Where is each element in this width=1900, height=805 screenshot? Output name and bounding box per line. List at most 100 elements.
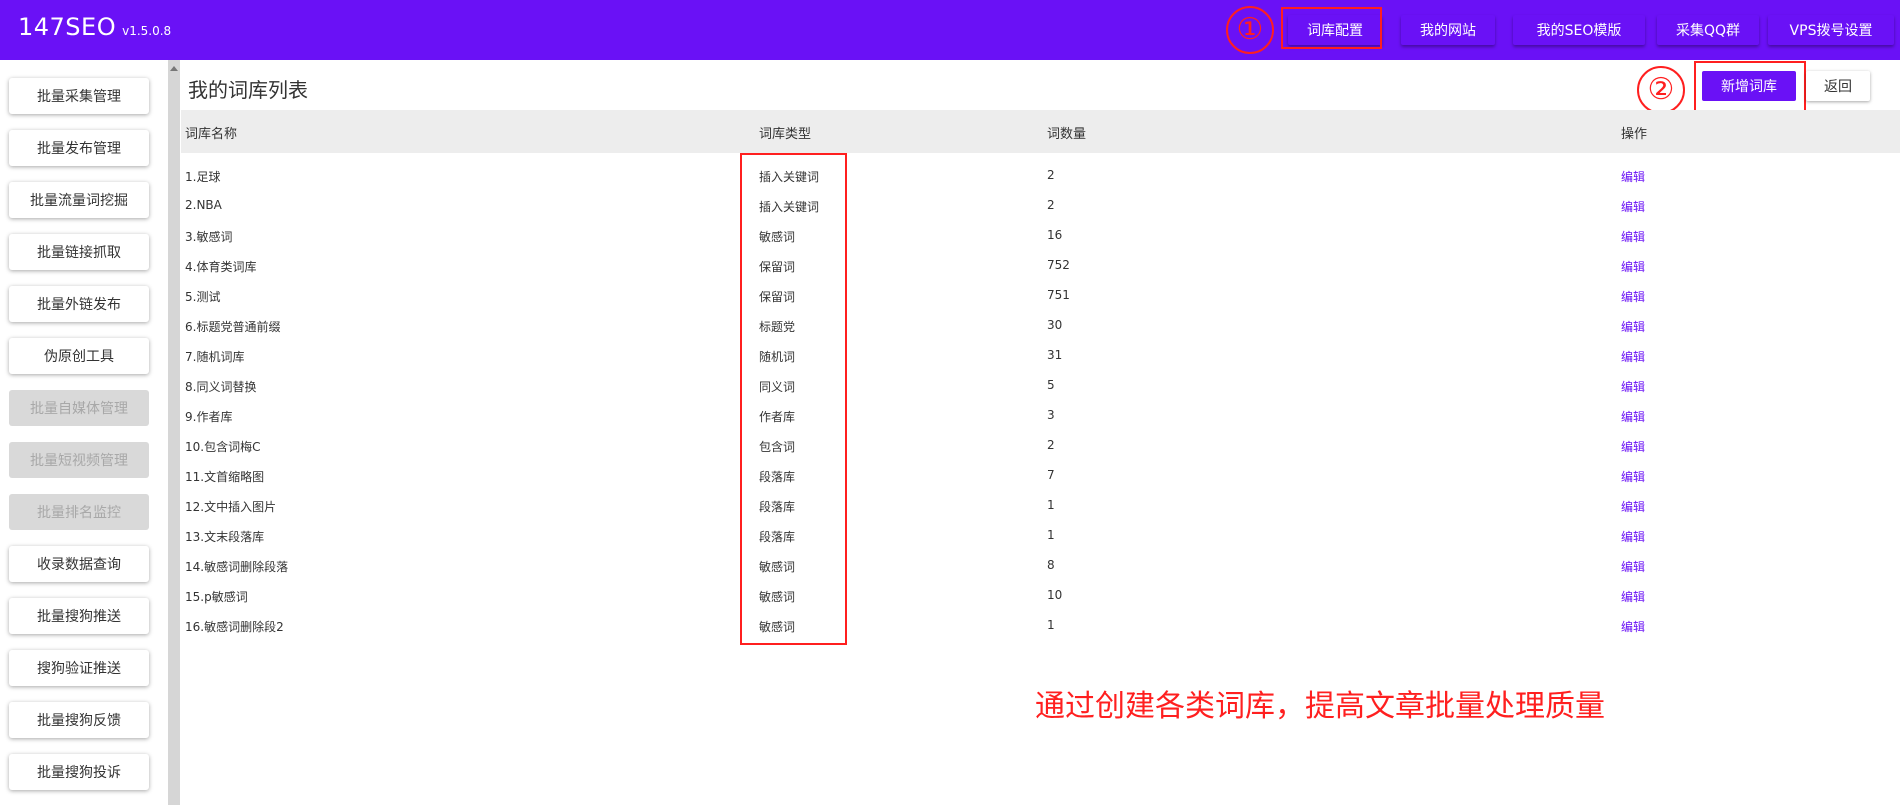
table-row: 3.敏感词 敏感词 16 编辑	[181, 220, 1900, 250]
edit-link[interactable]: 编辑	[1621, 168, 1645, 185]
cell-wordlib-name: 3.敏感词	[185, 230, 233, 244]
edit-link[interactable]: 编辑	[1621, 258, 1645, 275]
nav-seo-templates-button[interactable]: 我的SEO模版	[1513, 15, 1645, 45]
table-row: 15.p敏感词 敏感词 10 编辑	[181, 580, 1900, 610]
cell-wordlib-type: 保留词	[759, 290, 796, 304]
cell-word-count: 751	[1047, 288, 1070, 302]
cell-wordlib-name: 4.体育类词库	[185, 260, 257, 274]
cell-wordlib-name: 10.包含词梅C	[185, 440, 261, 454]
edit-link[interactable]: 编辑	[1621, 528, 1645, 545]
nav-wordlib-config-button[interactable]: 词库配置	[1288, 15, 1382, 45]
table-row: 10.包含词梅C 包含词 2 编辑	[181, 430, 1900, 460]
cell-wordlib-type: 随机词	[759, 350, 796, 364]
cell-word-count: 5	[1047, 378, 1055, 392]
sidebar-item-sogou-feedback[interactable]: 批量搜狗反馈	[9, 702, 149, 738]
annotation-marker-2: ②	[1637, 66, 1685, 114]
edit-link[interactable]: 编辑	[1621, 348, 1645, 365]
annotation-caption: 通过创建各类词库，提高文章批量处理质量	[1035, 689, 1605, 724]
sidebar-item-rank-monitor: 批量排名监控	[9, 494, 149, 530]
edit-link[interactable]: 编辑	[1621, 468, 1645, 485]
nav-my-sites-button[interactable]: 我的网站	[1401, 15, 1495, 45]
table-row: 6.标题党普通前缀 标题党 30 编辑	[181, 310, 1900, 340]
add-wordlib-button[interactable]: 新增词库	[1702, 71, 1796, 101]
cell-word-count: 10	[1047, 588, 1063, 602]
cell-wordlib-type: 段落库	[759, 470, 796, 484]
cell-word-count: 752	[1047, 258, 1070, 272]
edit-link[interactable]: 编辑	[1621, 288, 1645, 305]
table-row: 1.足球 插入关键词 2 编辑	[181, 160, 1900, 190]
table-row: 9.作者库 作者库 3 编辑	[181, 400, 1900, 430]
cell-wordlib-type: 段落库	[759, 500, 796, 514]
back-button[interactable]: 返回	[1806, 71, 1870, 101]
cell-wordlib-type: 标题党	[759, 320, 796, 334]
cell-wordlib-name: 8.同义词替换	[185, 380, 257, 394]
scroll-up-arrow-icon[interactable]	[170, 66, 178, 71]
cell-wordlib-name: 15.p敏感词	[185, 590, 248, 604]
cell-word-count: 1	[1047, 528, 1055, 542]
edit-link[interactable]: 编辑	[1621, 558, 1645, 575]
cell-wordlib-type: 段落库	[759, 530, 796, 544]
cell-wordlib-type: 敏感词	[759, 620, 796, 634]
sidebar-item-sogou-verify-push[interactable]: 搜狗验证推送	[9, 650, 149, 686]
cell-wordlib-type: 敏感词	[759, 590, 796, 604]
app-version: v1.5.0.8	[122, 24, 172, 38]
nav-vps-dial-settings-button[interactable]: VPS拨号设置	[1768, 15, 1894, 45]
cell-wordlib-name: 16.敏感词删除段2	[185, 620, 284, 634]
cell-wordlib-name: 5.测试	[185, 290, 221, 304]
sidebar-item-batch-publish[interactable]: 批量发布管理	[9, 130, 149, 166]
sidebar-item-index-query[interactable]: 收录数据查询	[9, 546, 149, 582]
edit-link[interactable]: 编辑	[1621, 588, 1645, 605]
cell-wordlib-name: 2.NBA	[185, 198, 222, 212]
cell-word-count: 8	[1047, 558, 1055, 572]
cell-wordlib-name: 9.作者库	[185, 410, 233, 424]
cell-wordlib-type: 插入关键词	[759, 170, 820, 184]
sidebar-item-pseudo-original-tool[interactable]: 伪原创工具	[9, 338, 149, 374]
cell-word-count: 30	[1047, 318, 1063, 332]
cell-wordlib-type: 作者库	[759, 410, 796, 424]
edit-link[interactable]: 编辑	[1621, 228, 1645, 245]
app-brand: 147SEO v1.5.0.8	[18, 13, 171, 41]
edit-link[interactable]: 编辑	[1621, 498, 1645, 515]
sidebar-item-batch-collect[interactable]: 批量采集管理	[9, 78, 149, 114]
top-nav-bar: 147SEO v1.5.0.8 词库配置 我的网站 我的SEO模版 采集QQ群 V…	[0, 0, 1900, 60]
edit-link[interactable]: 编辑	[1621, 438, 1645, 455]
table-row: 13.文末段落库 段落库 1 编辑	[181, 520, 1900, 550]
cell-wordlib-name: 12.文中插入图片	[185, 500, 277, 514]
table-row: 11.文首缩略图 段落库 7 编辑	[181, 460, 1900, 490]
table-row: 14.敏感词删除段落 敏感词 8 编辑	[181, 550, 1900, 580]
sidebar-item-external-link-publish[interactable]: 批量外链发布	[9, 286, 149, 322]
nav-collect-qq-groups-button[interactable]: 采集QQ群	[1657, 15, 1759, 45]
edit-link[interactable]: 编辑	[1621, 198, 1645, 215]
table-row: 12.文中插入图片 段落库 1 编辑	[181, 490, 1900, 520]
cell-word-count: 1	[1047, 498, 1055, 512]
cell-word-count: 3	[1047, 408, 1055, 422]
edit-link[interactable]: 编辑	[1621, 408, 1645, 425]
table-row: 8.同义词替换 同义词 5 编辑	[181, 370, 1900, 400]
cell-wordlib-name: 7.随机词库	[185, 350, 245, 364]
sidebar: 批量采集管理 批量发布管理 批量流量词挖掘 批量链接抓取 批量外链发布 伪原创工…	[0, 60, 168, 805]
table-row: 2.NBA 插入关键词 2 编辑	[181, 190, 1900, 220]
page-title: 我的词库列表	[188, 78, 308, 102]
edit-link[interactable]: 编辑	[1621, 378, 1645, 395]
sidebar-item-traffic-keyword-mining[interactable]: 批量流量词挖掘	[9, 182, 149, 218]
sidebar-item-sogou-complaint[interactable]: 批量搜狗投诉	[9, 754, 149, 790]
sidebar-scrollbar[interactable]	[168, 60, 180, 805]
cell-wordlib-name: 14.敏感词删除段落	[185, 560, 289, 574]
table-row: 4.体育类词库 保留词 752 编辑	[181, 250, 1900, 280]
edit-link[interactable]: 编辑	[1621, 318, 1645, 335]
table-row: 7.随机词库 随机词 31 编辑	[181, 340, 1900, 370]
sidebar-item-sogou-push[interactable]: 批量搜狗推送	[9, 598, 149, 634]
cell-word-count: 16	[1047, 228, 1063, 242]
cell-wordlib-type: 插入关键词	[759, 200, 820, 214]
table-row: 5.测试 保留词 751 编辑	[181, 280, 1900, 310]
sidebar-item-short-video: 批量短视频管理	[9, 442, 149, 478]
cell-word-count: 2	[1047, 198, 1055, 212]
header-word-count: 词数量	[1047, 127, 1087, 142]
cell-wordlib-type: 包含词	[759, 440, 796, 454]
header-wordlib-name: 词库名称	[185, 127, 238, 142]
sidebar-item-link-crawl[interactable]: 批量链接抓取	[9, 234, 149, 270]
cell-wordlib-type: 同义词	[759, 380, 796, 394]
cell-wordlib-name: 6.标题党普通前缀	[185, 320, 281, 334]
table-header: 词库名称 词库类型 词数量 操作	[181, 110, 1900, 153]
edit-link[interactable]: 编辑	[1621, 618, 1645, 635]
